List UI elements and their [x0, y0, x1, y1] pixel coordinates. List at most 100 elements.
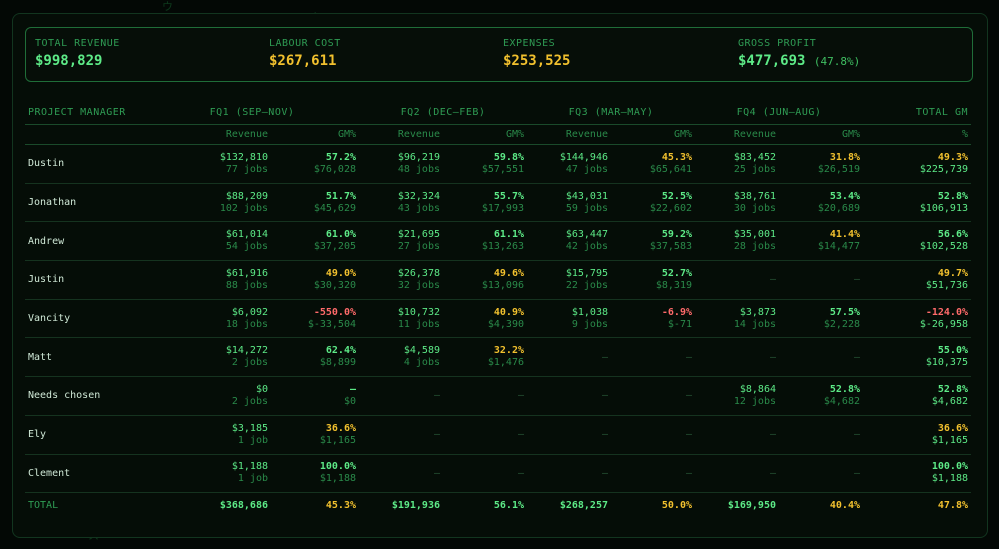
- revenue-cell: $32,324 43 jobs: [359, 183, 443, 223]
- empty-gm-cell: —: [779, 260, 863, 300]
- gross-profit: $4,390: [487, 318, 524, 330]
- gross-profit: $1,165: [319, 434, 356, 446]
- table-row[interactable]: Vancity $6,092 18 jobs -550.0% $-33,504 $10,7…: [25, 299, 971, 339]
- pm-name[interactable]: Justin: [25, 260, 145, 300]
- col-project-manager[interactable]: PROJECT MANAGER: [25, 100, 145, 125]
- revenue-cell: $38,761 30 jobs: [695, 183, 779, 223]
- subhead-revenue: Revenue: [145, 124, 271, 145]
- revenue-cell: $88,209 102 jobs: [145, 183, 271, 223]
- job-count: 59 jobs: [565, 202, 608, 214]
- gross-profit: $-71: [667, 318, 692, 330]
- pm-name[interactable]: Vancity: [25, 299, 145, 339]
- revenue-value: $61,916: [225, 267, 268, 279]
- job-count: 28 jobs: [733, 241, 776, 253]
- total-gm-cell: 36.6% $1,165: [863, 415, 971, 455]
- gm-table: PROJECT MANAGER FQ1 (SEP–NOV) FQ2 (DEC–F…: [25, 100, 971, 517]
- gm-cell: -6.9% $-71: [611, 299, 695, 339]
- table-row[interactable]: Ely $3,185 1 job 36.6% $1,165— — — — — —36.6% $1,1…: [25, 415, 971, 455]
- revenue-value: $88,209: [225, 190, 268, 202]
- job-count: 1 job: [237, 473, 268, 485]
- total-gross-profit: $106,913: [919, 202, 968, 214]
- revenue-value: $35,001: [733, 229, 776, 241]
- total-gm-percent: 100.0%: [931, 461, 968, 473]
- gross-profit: $13,096: [481, 279, 524, 291]
- pm-name[interactable]: Ely: [25, 415, 145, 455]
- gross-profit: $17,993: [481, 202, 524, 214]
- pm-name[interactable]: Andrew: [25, 221, 145, 262]
- job-count: 12 jobs: [733, 395, 776, 407]
- stat-percent: (47.8%): [813, 55, 861, 68]
- revenue-cell: $3,185 1 job: [145, 415, 271, 455]
- col-fq2[interactable]: FQ2 (DEC–FEB): [359, 100, 527, 125]
- revenue-value: $32,324: [397, 190, 440, 202]
- revenue-cell: $0 2 jobs: [145, 376, 271, 416]
- total-gm-percent: 36.6%: [937, 422, 968, 434]
- revenue-value: $4,589: [403, 345, 440, 357]
- gm-percent: 100.0%: [319, 461, 356, 473]
- job-count: 4 jobs: [403, 357, 440, 369]
- revenue-cell: $61,916 88 jobs: [145, 260, 271, 300]
- table-row[interactable]: Dustin $132,810 77 jobs 57.2% $76,028 $96,219…: [25, 144, 971, 184]
- gm-percent: 59.8%: [493, 151, 524, 163]
- total-gm-percent: 56.6%: [937, 229, 968, 241]
- summary-stat-gross-profit: GROSS PROFIT $477,693 (47.8%): [738, 38, 860, 69]
- empty-revenue-cell: —: [695, 337, 779, 378]
- gm-cell: 61.0% $37,205: [271, 221, 359, 262]
- total-gross-profit: $1,165: [931, 434, 968, 446]
- gross-profit: $8,899: [319, 357, 356, 369]
- total-gross-profit: $1,188: [931, 473, 968, 485]
- revenue-cell: $8,864 12 jobs: [695, 376, 779, 416]
- revenue-cell: $1,038 9 jobs: [527, 299, 611, 339]
- gm-cell: 32.2% $1,476: [443, 337, 527, 378]
- table-row[interactable]: Matt $14,272 2 jobs 62.4% $8,899 $4,589 4 jobs…: [25, 337, 971, 378]
- total-label: TOTAL: [28, 499, 59, 511]
- empty-revenue-cell: —: [695, 454, 779, 494]
- col-total-gm[interactable]: TOTAL GM: [863, 100, 971, 125]
- gm-percent: 59.2%: [661, 229, 692, 241]
- pm-name[interactable]: Needs chosen: [25, 376, 145, 416]
- revenue-value: $26,378: [397, 267, 440, 279]
- summary-stat-total-revenue: TOTAL REVENUE $998,829: [35, 38, 120, 69]
- gm-cell: 31.8% $26,519: [779, 144, 863, 184]
- table-row[interactable]: Andrew $61,014 54 jobs 61.0% $37,205 $21,695 2…: [25, 221, 971, 262]
- dashboard-panel: TOTAL REVENUE $998,829 LABOUR COST $267,61…: [12, 13, 988, 538]
- revenue-value: $96,219: [397, 151, 440, 163]
- table-row[interactable]: Clement $1,188 1 job 100.0% $1,188— — — — — —100.…: [25, 454, 971, 494]
- gm-cell: 49.6% $13,096: [443, 260, 527, 300]
- total-gm-percent: 55.0%: [937, 345, 968, 357]
- empty-gm-cell: —: [611, 376, 695, 416]
- pm-name[interactable]: Dustin: [25, 144, 145, 184]
- revenue-value: $3,185: [231, 422, 268, 434]
- empty-revenue-cell: —: [527, 454, 611, 494]
- pm-name[interactable]: Jonathan: [25, 183, 145, 223]
- matrix-glyph: ウ: [162, 0, 173, 13]
- empty-revenue-cell: —: [695, 260, 779, 300]
- total-gm-cell: 52.8% $4,682: [863, 376, 971, 416]
- gm-percent: 31.8%: [829, 151, 860, 163]
- revenue-cell: $15,795 22 jobs: [527, 260, 611, 300]
- table-row[interactable]: Justin $61,916 88 jobs 49.0% $30,320 $26,378 3…: [25, 260, 971, 300]
- total-gm-cell: 55.0% $10,375: [863, 337, 971, 378]
- col-fq4[interactable]: FQ4 (JUN–AUG): [695, 100, 863, 125]
- total-gm-cell: 52.8% $106,913: [863, 183, 971, 223]
- table-row[interactable]: Needs chosen $0 2 jobs — $0— — — — $8,864 12 jobs…: [25, 376, 971, 416]
- empty-gm-cell: —: [611, 337, 695, 378]
- pm-name[interactable]: Clement: [25, 454, 145, 494]
- subhead-gm: GM%: [271, 124, 359, 145]
- stat-value: $267,611: [269, 53, 341, 69]
- revenue-cell: $132,810 77 jobs: [145, 144, 271, 184]
- gm-percent: 53.4%: [829, 190, 860, 202]
- job-count: 47 jobs: [565, 163, 608, 175]
- total-gm-percent: 52.8%: [937, 383, 968, 395]
- empty-gm-cell: —: [779, 415, 863, 455]
- pm-name[interactable]: Matt: [25, 337, 145, 378]
- col-fq1[interactable]: FQ1 (SEP–NOV): [145, 100, 359, 125]
- subhead-gm: GM%: [779, 124, 863, 145]
- empty-gm-cell: —: [443, 454, 527, 494]
- table-row[interactable]: Jonathan $88,209 102 jobs 51.7% $45,629 $32,3…: [25, 183, 971, 223]
- col-fq3[interactable]: FQ3 (MAR–MAY): [527, 100, 695, 125]
- job-count: 18 jobs: [225, 318, 268, 330]
- empty-revenue-cell: —: [359, 376, 443, 416]
- gm-cell: — $0: [271, 376, 359, 416]
- gm-percent: -6.9%: [661, 306, 692, 318]
